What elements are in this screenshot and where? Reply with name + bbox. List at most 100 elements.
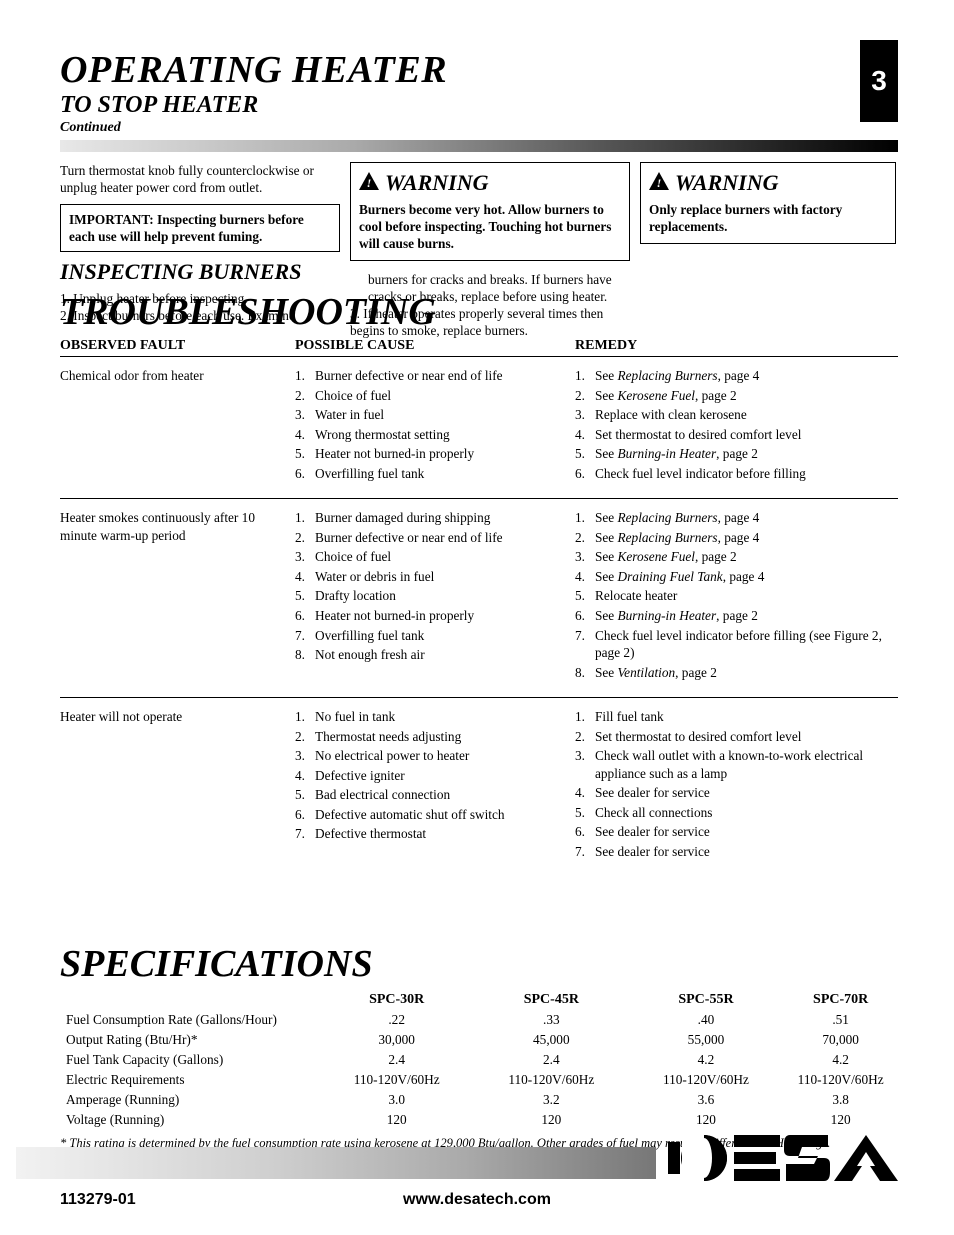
spec-row-value: 3.8 [783,1090,898,1110]
ts-remedy-item: 1.Fill fuel tank [575,708,898,726]
spec-row-label: Voltage (Running) [60,1110,319,1130]
ts-header-fault: OBSERVED FAULT [60,338,295,354]
ts-remedy-item: 6.See dealer for service [575,823,898,841]
ts-remedy-item: 5.Relocate heater [575,587,898,605]
ts-remedy-item: 3.Replace with clean kerosene [575,406,898,424]
ts-remedy-list: 1.See Replacing Burners, page 42.See Ker… [575,367,898,484]
spec-row-value: 2.4 [474,1050,629,1070]
ts-remedy-item: 1.See Replacing Burners, page 4 [575,509,898,527]
spec-row-value: 2.4 [319,1050,474,1070]
ts-cause-item: 2.Thermostat needs adjusting [295,728,565,746]
spec-row-value: .22 [319,1010,474,1030]
ts-cause-item: 5.Bad electrical connection [295,786,565,804]
spec-row-value: 3.2 [474,1090,629,1110]
ts-cause-item: 2.Choice of fuel [295,387,565,405]
ts-remedy-item: 4.Set thermostat to desired comfort leve… [575,426,898,444]
ts-cause-item: 1.No fuel in tank [295,708,565,726]
ts-observed-fault: Heater smokes continuously after 10 minu… [60,509,295,683]
important-label: IMPORTANT: [69,212,154,227]
spec-row-value: .33 [474,1010,629,1030]
ts-cause-item: 4.Water or debris in fuel [295,568,565,586]
spec-row-value: 3.0 [319,1090,474,1110]
spec-row-value: 30,000 [319,1030,474,1050]
subheading-to-stop: TO STOP HEATER [60,92,258,119]
ts-cause-item: 5.Heater not burned-in properly [295,445,565,463]
ts-cause-item: 1.Burner defective or near end of life [295,367,565,385]
ts-cause-item: 7.Defective thermostat [295,825,565,843]
spec-row-value: 4.2 [629,1050,784,1070]
gradient-divider-bottom [16,1147,656,1179]
ts-cause-list: 1.No fuel in tank 2.Thermostat needs adju… [295,708,575,862]
ts-cause-item: 6.Defective automatic shut off switch [295,806,565,824]
ts-remedy-item: 6.Check fuel level indicator before fill… [575,465,898,483]
ts-cause-list: 1.Burner damaged during shipping 2.Burner… [295,509,575,683]
spec-row-value: 120 [474,1110,629,1130]
ts-header-cause: POSSIBLE CAUSE [295,338,575,354]
spec-row: Voltage (Running)120120120120 [60,1110,898,1130]
page-number-top: 3 [860,40,898,122]
spec-row-value: .51 [783,1010,898,1030]
specifications-table: SPC-30R SPC-45R SPC-55R SPC-70R Fuel Con… [60,990,898,1151]
ts-header-remedy: REMEDY [575,338,898,354]
ts-cause-item: 3.Water in fuel [295,406,565,424]
important-box: IMPORTANT: Inspecting burners before eac… [60,204,340,252]
spec-row-label: Output Rating (Btu/Hr)* [60,1030,319,1050]
ts-row: Heater will not operate1.No fuel in tank… [60,697,898,876]
ts-cause-item: 6.Overfilling fuel tank [295,465,565,483]
spec-row-value: 70,000 [783,1030,898,1050]
website-link[interactable]: www.desatech.com [0,1191,954,1209]
ts-remedy-list: 1.See Replacing Burners, page 42.See Rep… [575,509,898,683]
continued-label: Continued [60,120,121,136]
spec-header-model: SPC-45R [474,990,629,1010]
warning-2-label: WARNING [675,169,779,197]
spec-row-value: 120 [319,1110,474,1130]
ts-remedy-item: 8.See Ventilation, page 2 [575,664,898,682]
spec-row: Fuel Tank Capacity (Gallons)2.42.44.24.2 [60,1050,898,1070]
stop-heater-text: Turn thermostat knob fully counterclockw… [60,162,340,196]
section-heading: OPERATING HEATER [60,48,447,92]
ts-remedy-list: 1.Fill fuel tank 2.Set thermostat to desi… [575,708,898,862]
ts-cause-item: 4.Defective igniter [295,767,565,785]
spec-row-value: .40 [629,1010,784,1030]
ts-header-row: OBSERVED FAULT POSSIBLE CAUSE REMEDY [60,338,898,354]
spec-header-row: SPC-30R SPC-45R SPC-55R SPC-70R [60,990,898,1010]
ts-row: Heater smokes continuously after 10 minu… [60,498,898,697]
desa-logo [668,1132,898,1189]
spec-row-value: 4.2 [783,1050,898,1070]
ts-cause-item: 6.Heater not burned-in properly [295,607,565,625]
spec-row-label: Electric Requirements [60,1070,319,1090]
spec-row-value: 110-120V/60Hz [629,1070,784,1090]
warning-triangle-icon: ! [649,169,669,197]
spec-header-blank [60,990,319,1010]
ts-remedy-item: 5.See Burning-in Heater, page 2 [575,445,898,463]
spec-row-label: Amperage (Running) [60,1090,319,1110]
warning-1-label: WARNING [385,169,489,197]
spec-row-value: 110-120V/60Hz [319,1070,474,1090]
warning-box-1: ! WARNING Burners become very hot. Allow… [350,162,630,261]
ts-remedy-item: 7.Check fuel level indicator before fill… [575,627,898,662]
ts-cause-item: 3.Choice of fuel [295,548,565,566]
ts-cause-item: 2.Burner defective or near end of life [295,529,565,547]
spec-row-value: 110-120V/60Hz [783,1070,898,1090]
ts-remedy-item: 7.See dealer for service [575,843,898,861]
ts-remedy-item: 1.See Replacing Burners, page 4 [575,367,898,385]
ts-remedy-item: 4.See Draining Fuel Tank, page 4 [575,568,898,586]
ts-cause-item: 1.Burner damaged during shipping [295,509,565,527]
ts-remedy-item: 5.Check all connections [575,804,898,822]
ts-cause-item: 4.Wrong thermostat setting [295,426,565,444]
ts-remedy-item: 3.Check wall outlet with a known-to-work… [575,747,898,782]
ts-remedy-item: 2.Set thermostat to desired comfort leve… [575,728,898,746]
spec-row-value: 120 [783,1110,898,1130]
spec-row-label: Fuel Tank Capacity (Gallons) [60,1050,319,1070]
warning-2-body: Only replace burners with factory replac… [649,201,887,235]
ts-cause-item: 8.Not enough fresh air [295,646,565,664]
warning-triangle-icon: ! [359,169,379,197]
spec-row-value: 3.6 [629,1090,784,1110]
ts-remedy-item: 3.See Kerosene Fuel, page 2 [575,548,898,566]
ts-remedy-item: 4.See dealer for service [575,784,898,802]
gradient-divider-top [60,140,898,152]
ts-remedy-item: 6.See Burning-in Heater, page 2 [575,607,898,625]
spec-header-model: SPC-55R [629,990,784,1010]
ts-row: Chemical odor from heater1.Burner defect… [60,356,898,498]
spec-row: Amperage (Running)3.03.23.63.8 [60,1090,898,1110]
